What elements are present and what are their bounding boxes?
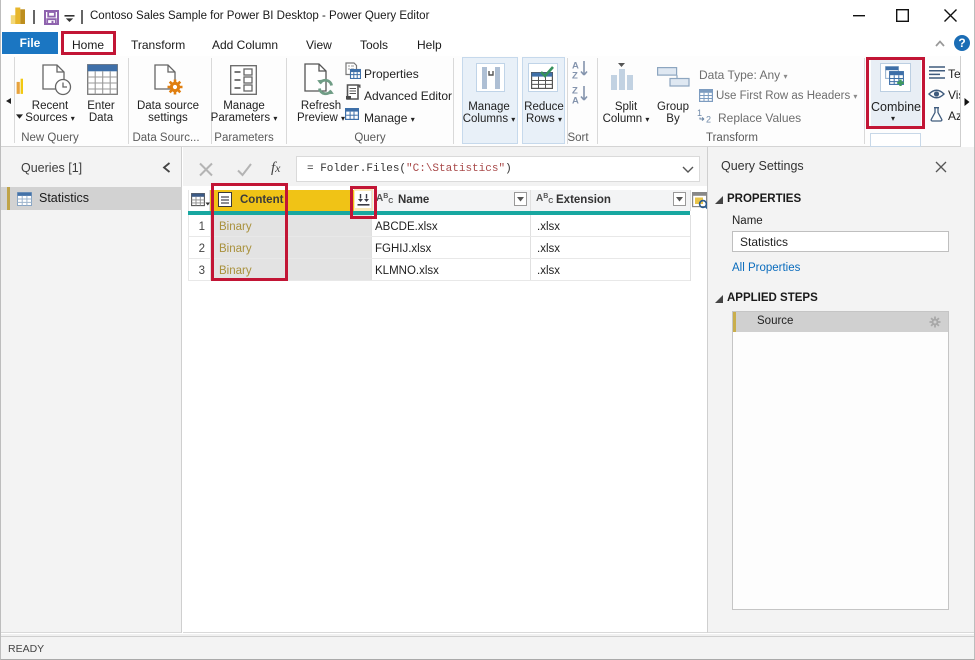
svg-text:1: 1: [697, 108, 702, 118]
svg-text:Z: Z: [572, 71, 578, 81]
svg-text:2: 2: [706, 115, 711, 124]
svg-text:A: A: [572, 96, 579, 106]
